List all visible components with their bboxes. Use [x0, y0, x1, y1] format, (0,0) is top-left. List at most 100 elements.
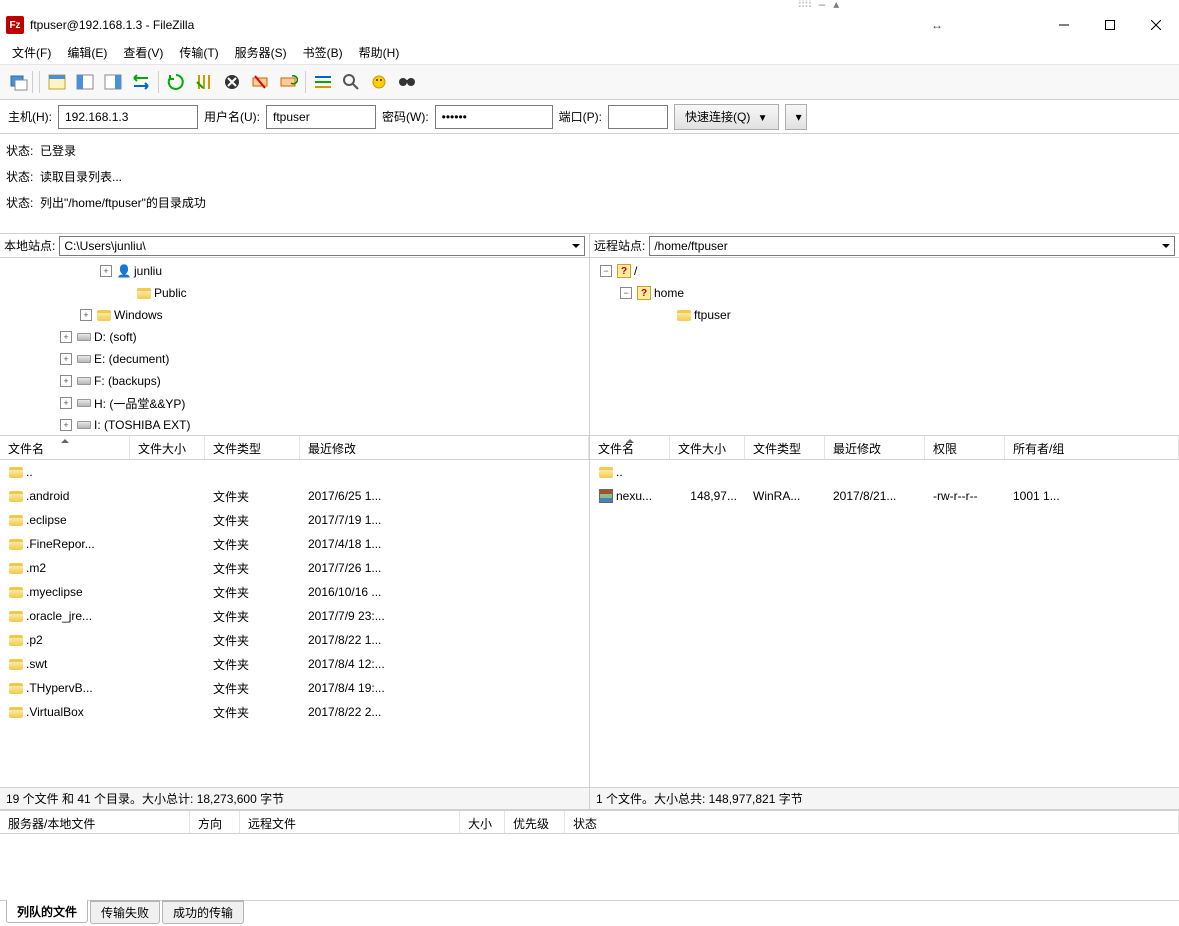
cancel-button[interactable]: [219, 69, 245, 95]
list-item[interactable]: .eclipse文件夹2017/7/19 1...: [0, 508, 589, 532]
tab-queued[interactable]: 列队的文件: [6, 899, 88, 923]
tree-expander[interactable]: +: [80, 309, 92, 321]
tree-item[interactable]: −?/: [590, 260, 1179, 282]
col-name[interactable]: 文件名: [590, 436, 670, 459]
find-button[interactable]: [394, 69, 420, 95]
tree-expander[interactable]: −: [620, 287, 632, 299]
refresh-button[interactable]: [163, 69, 189, 95]
tree-item[interactable]: ftpuser: [590, 304, 1179, 326]
quickconnect-dropdown-button[interactable]: ▾: [785, 104, 807, 130]
list-item[interactable]: .oracle_jre...文件夹2017/7/9 23:...: [0, 604, 589, 628]
col-modified[interactable]: 最近修改: [300, 436, 589, 459]
remote-path-combo[interactable]: /home/ftpuser: [649, 236, 1175, 256]
local-list-header[interactable]: 文件名 文件大小 文件类型 最近修改: [0, 436, 589, 460]
tree-item[interactable]: + Windows: [0, 304, 589, 326]
tree-expander[interactable]: +: [60, 331, 72, 343]
message-log[interactable]: 状态: 已登录 状态: 读取目录列表... 状态: 列出"/home/ftpus…: [0, 134, 1179, 234]
menu-transfer[interactable]: 传输(T): [171, 41, 226, 64]
list-item[interactable]: .p2文件夹2017/8/22 1...: [0, 628, 589, 652]
remote-file-list[interactable]: ..nexu...148,97...WinRA...2017/8/21...-r…: [590, 460, 1179, 787]
menu-bookmarks[interactable]: 书签(B): [295, 41, 351, 64]
tab-failed[interactable]: 传输失败: [90, 900, 160, 924]
filter-button[interactable]: [310, 69, 336, 95]
tree-expander[interactable]: +: [100, 265, 112, 277]
tree-item[interactable]: +👤junliu: [0, 260, 589, 282]
queue-list[interactable]: [0, 834, 1179, 900]
col-size[interactable]: 文件大小: [670, 436, 745, 459]
tree-item[interactable]: +I: (TOSHIBA EXT): [0, 414, 589, 436]
remote-list-header[interactable]: 文件名 文件大小 文件类型 最近修改 权限 所有者/组: [590, 436, 1179, 460]
folder-icon: [8, 560, 24, 576]
tree-expander[interactable]: +: [60, 375, 72, 387]
col-remote[interactable]: 远程文件: [240, 811, 460, 833]
menu-server[interactable]: 服务器(S): [227, 41, 295, 64]
list-item[interactable]: .myeclipse文件夹2016/10/16 ...: [0, 580, 589, 604]
col-perm[interactable]: 权限: [925, 436, 1005, 459]
tree-item-label: Windows: [114, 308, 163, 322]
toggle-localtree-button[interactable]: [72, 69, 98, 95]
col-direction[interactable]: 方向: [190, 811, 240, 833]
disconnect-button[interactable]: [247, 69, 273, 95]
tree-item[interactable]: + D: (soft): [0, 326, 589, 348]
process-queue-button[interactable]: [191, 69, 217, 95]
col-modified[interactable]: 最近修改: [825, 436, 925, 459]
tab-success[interactable]: 成功的传输: [162, 900, 244, 924]
sitemanager-button[interactable]: [6, 69, 32, 95]
app-icon: Fz: [6, 16, 24, 34]
host-input[interactable]: [58, 105, 198, 129]
folder-icon: [8, 488, 24, 504]
password-input[interactable]: [435, 105, 553, 129]
list-item[interactable]: .THypervB...文件夹2017/8/4 19:...: [0, 676, 589, 700]
menu-file[interactable]: 文件(F): [4, 41, 59, 64]
col-status[interactable]: 状态: [565, 811, 1179, 833]
col-owner[interactable]: 所有者/组: [1005, 436, 1179, 459]
list-item[interactable]: .swt文件夹2017/8/4 12:...: [0, 652, 589, 676]
window-close-button[interactable]: [1133, 10, 1179, 40]
tree-expander[interactable]: +: [60, 353, 72, 365]
col-type[interactable]: 文件类型: [205, 436, 300, 459]
tree-item-label: D: (soft): [94, 330, 137, 344]
local-file-list[interactable]: ...android文件夹2017/6/25 1....eclipse文件夹20…: [0, 460, 589, 787]
tree-item[interactable]: +H: (一品堂&&YP): [0, 392, 589, 414]
local-tree[interactable]: +👤junliuPublic+Windows+D: (soft)+E: (dec…: [0, 258, 589, 436]
list-item[interactable]: .android文件夹2017/6/25 1...: [0, 484, 589, 508]
tree-item[interactable]: −?home: [590, 282, 1179, 304]
tree-expander[interactable]: +: [60, 397, 72, 409]
tree-item[interactable]: +E: (decument): [0, 348, 589, 370]
username-input[interactable]: [266, 105, 376, 129]
toggle-remotetree-button[interactable]: [100, 69, 126, 95]
remote-tree[interactable]: −?/−?homeftpuser: [590, 258, 1179, 436]
aux-window-icons: ↔: [931, 18, 943, 32]
window-minimize-button[interactable]: [1041, 10, 1087, 40]
col-type[interactable]: 文件类型: [745, 436, 825, 459]
list-item[interactable]: .FineRepor...文件夹2017/4/18 1...: [0, 532, 589, 556]
list-item[interactable]: .VirtualBox文件夹2017/8/22 2...: [0, 700, 589, 724]
col-size[interactable]: 大小: [460, 811, 505, 833]
list-item[interactable]: .m2文件夹2017/7/26 1...: [0, 556, 589, 580]
menu-bar: 文件(F) 编辑(E) 查看(V) 传输(T) 服务器(S) 书签(B) 帮助(…: [0, 40, 1179, 64]
list-item[interactable]: ..: [590, 460, 1179, 484]
port-input[interactable]: [608, 105, 668, 129]
toggle-queue-button[interactable]: [128, 69, 154, 95]
col-name[interactable]: 文件名: [0, 436, 130, 459]
col-server[interactable]: 服务器/本地文件: [0, 811, 190, 833]
list-item[interactable]: nexu...148,97...WinRA...2017/8/21...-rw-…: [590, 484, 1179, 508]
menu-view[interactable]: 查看(V): [115, 41, 171, 64]
local-path-combo[interactable]: C:\Users\junliu\: [59, 236, 585, 256]
queue-header[interactable]: 服务器/本地文件 方向 远程文件 大小 优先级 状态: [0, 810, 1179, 834]
menu-edit[interactable]: 编辑(E): [59, 41, 115, 64]
reconnect-button[interactable]: [275, 69, 301, 95]
menu-help[interactable]: 帮助(H): [351, 41, 408, 64]
col-priority[interactable]: 优先级: [505, 811, 565, 833]
compare-button[interactable]: [338, 69, 364, 95]
window-maximize-button[interactable]: [1087, 10, 1133, 40]
col-size[interactable]: 文件大小: [130, 436, 205, 459]
tree-item[interactable]: Public: [0, 282, 589, 304]
sync-browse-button[interactable]: [366, 69, 392, 95]
tree-item[interactable]: +F: (backups): [0, 370, 589, 392]
toggle-log-button[interactable]: [44, 69, 70, 95]
tree-expander[interactable]: +: [60, 419, 72, 431]
quickconnect-button[interactable]: 快速连接(Q) ▼: [674, 104, 779, 130]
list-item[interactable]: ..: [0, 460, 589, 484]
tree-expander[interactable]: −: [600, 265, 612, 277]
